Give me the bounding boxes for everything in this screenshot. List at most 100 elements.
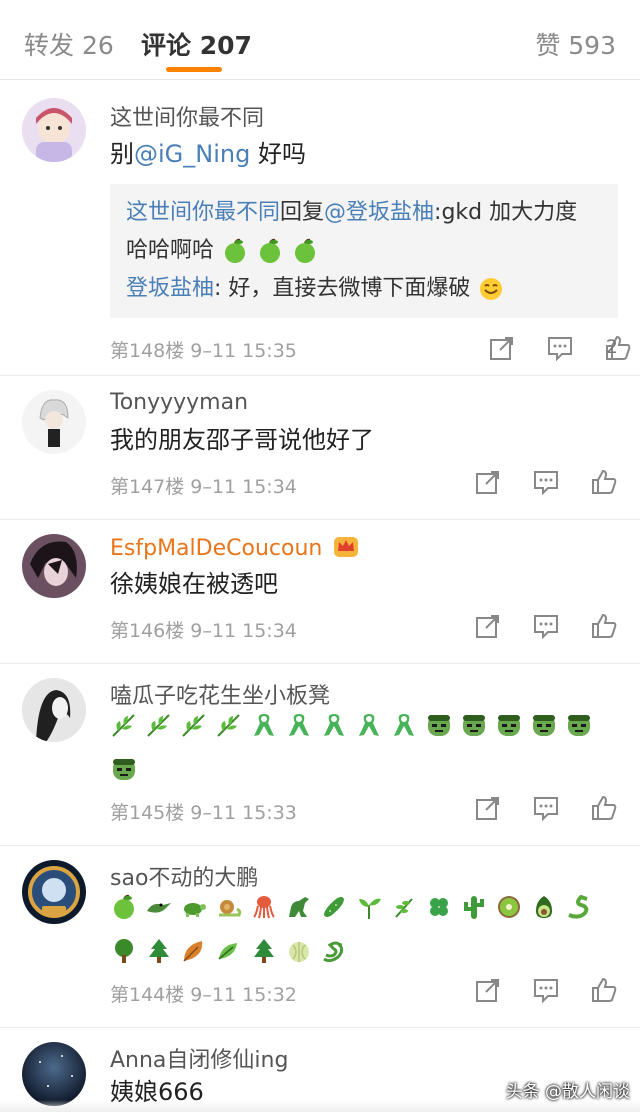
comment-meta: 第148楼 9–11 15:35 (110, 340, 297, 362)
comment-icon[interactable] (532, 612, 560, 640)
tree-icon (115, 938, 133, 963)
smile-icon (480, 278, 503, 300)
comment-meta: 第147楼 9–11 15:34 (110, 476, 297, 498)
green-face-icon (568, 714, 590, 736)
ribbon-icon (394, 713, 414, 736)
comment-list: 这世间你最不同 别@iG_Ning 好吗 这世间你最不同回复@登坂盐柚:gkd … (0, 84, 640, 1112)
reply-author[interactable]: 这世间你最不同 (126, 200, 280, 225)
comment-text: 徐姨娘在被透吧 (110, 570, 278, 598)
fallen-leaf-icon (183, 940, 203, 962)
comment-text-suffix: 好吗 (250, 140, 306, 168)
reply-line: 登坂盐柚: 好，直接去微博下面爆破 (126, 270, 602, 308)
green-apple-icon (114, 894, 134, 919)
cactus-icon (464, 895, 484, 919)
clover-icon (430, 897, 448, 916)
christmas-tree-icon (254, 938, 274, 963)
comment-text-prefix: 别 (110, 140, 134, 168)
like-icon[interactable] (590, 612, 618, 640)
comment-actions (474, 976, 618, 1006)
comment-icon[interactable] (532, 468, 560, 496)
author-name: EsfpMalDeCoucoun (110, 536, 323, 561)
comment-icon[interactable] (532, 976, 560, 1004)
comment-author[interactable]: EsfpMalDeCoucoun (110, 534, 359, 561)
tab-comments[interactable]: 评论 207 (141, 26, 252, 62)
ribbon-icon (359, 713, 379, 736)
tab-forward[interactable]: 转发 26 (24, 26, 114, 62)
leaf-icon (182, 713, 205, 737)
snake-icon (568, 894, 589, 919)
comment-item: EsfpMalDeCoucoun 徐姨娘在被透吧 第146楼 9–11 15:3… (0, 520, 640, 664)
reply-text: : 好，直接去微博下面爆破 (214, 276, 471, 301)
share-icon[interactable] (474, 468, 502, 496)
ribbon-icon (324, 713, 344, 736)
comment-icon[interactable] (546, 334, 574, 362)
avocado-icon (536, 895, 552, 918)
avatar[interactable] (22, 390, 86, 454)
mention-link[interactable]: @登坂盐柚 (324, 200, 434, 225)
ribbon-icon (254, 713, 274, 736)
crocodile-icon (147, 902, 171, 913)
tab-likes[interactable]: 赞 593 (535, 26, 616, 62)
green-apple-icon (295, 238, 316, 263)
green-face-icon (498, 714, 520, 736)
green-apple-icon (260, 238, 281, 263)
reply-author[interactable]: 登坂盐柚 (126, 276, 214, 301)
comment-author[interactable]: Tonyyyyman (110, 390, 248, 415)
comment-item: Tonyyyyman 我的朋友邵子哥说他好了 第147楼 9–11 15:34 … (0, 376, 640, 520)
leaf-icon (112, 713, 135, 737)
reply-line: 这世间你最不同回复@登坂盐柚:gkd 加大力度 哈哈啊哈 (126, 194, 602, 270)
squid-icon (253, 895, 275, 918)
dinosaur-icon (289, 896, 309, 917)
green-face-icon (113, 758, 135, 780)
green-face-icon (463, 714, 485, 736)
dragon-icon (323, 941, 344, 962)
comment-meta: 第146楼 9–11 15:34 (110, 620, 297, 642)
comment-item: 嗑瓜子吃花生坐小板凳 第145楼 9–11 15:33 (0, 664, 640, 846)
comment-author[interactable]: Anna自闭修仙ing (110, 1042, 288, 1074)
ribbon-icon (289, 713, 309, 736)
kiwi-icon (498, 895, 520, 918)
share-icon[interactable] (474, 976, 502, 1004)
comment-meta: 第144楼 9–11 15:32 (110, 984, 297, 1006)
comment-text: 我的朋友邵子哥说他好了 (110, 426, 374, 454)
mention-link[interactable]: @iG_Ning (134, 140, 250, 168)
avatar[interactable] (22, 1042, 86, 1106)
comment-item: sao不动的大鹏 第144楼 9–11 15:32 (0, 846, 640, 1028)
reply-thread[interactable]: 这世间你最不同回复@登坂盐柚:gkd 加大力度 哈哈啊哈 登坂盐柚: 好，直接去… (110, 184, 618, 318)
turtle-icon (184, 902, 206, 917)
like-icon[interactable] (590, 976, 618, 1004)
watermark: 头条 @散人闲谈 (505, 1082, 630, 1102)
comment-author[interactable]: 这世间你最不同 (110, 100, 264, 132)
tab-bar: 转发 26 评论 207 赞 593 (0, 0, 640, 80)
seedling-icon (359, 898, 381, 919)
emoji-row (110, 884, 620, 972)
comment-actions (474, 794, 618, 824)
snail-icon (219, 899, 242, 916)
comment-actions (488, 334, 631, 364)
leaf-icon (217, 713, 240, 737)
vip-crown-icon (334, 537, 359, 557)
share-icon[interactable] (474, 612, 502, 640)
avatar[interactable] (22, 98, 86, 162)
share-icon[interactable] (488, 334, 516, 362)
avatar[interactable] (22, 534, 86, 598)
melon-icon (289, 941, 309, 962)
comment-actions (474, 468, 618, 498)
herb-icon (395, 897, 413, 918)
avatar[interactable] (22, 678, 86, 742)
like-icon[interactable] (590, 794, 618, 822)
comment-icon[interactable] (532, 794, 560, 822)
like-icon[interactable] (590, 468, 618, 496)
reply-verb: 回复 (280, 200, 325, 225)
christmas-tree-icon (149, 938, 169, 963)
avatar[interactable] (22, 860, 86, 924)
cucumber-icon (324, 896, 344, 917)
comment-item: 这世间你最不同 别@iG_Ning 好吗 这世间你最不同回复@登坂盐柚:gkd … (0, 84, 640, 376)
leaves-icon (218, 942, 237, 960)
comment-meta: 第145楼 9–11 15:33 (110, 802, 297, 824)
active-tab-indicator (166, 67, 222, 72)
comment-text: 别@iG_Ning 好吗 (110, 136, 615, 172)
leaf-icon (147, 713, 170, 737)
green-face-icon (428, 714, 450, 736)
share-icon[interactable] (474, 794, 502, 822)
